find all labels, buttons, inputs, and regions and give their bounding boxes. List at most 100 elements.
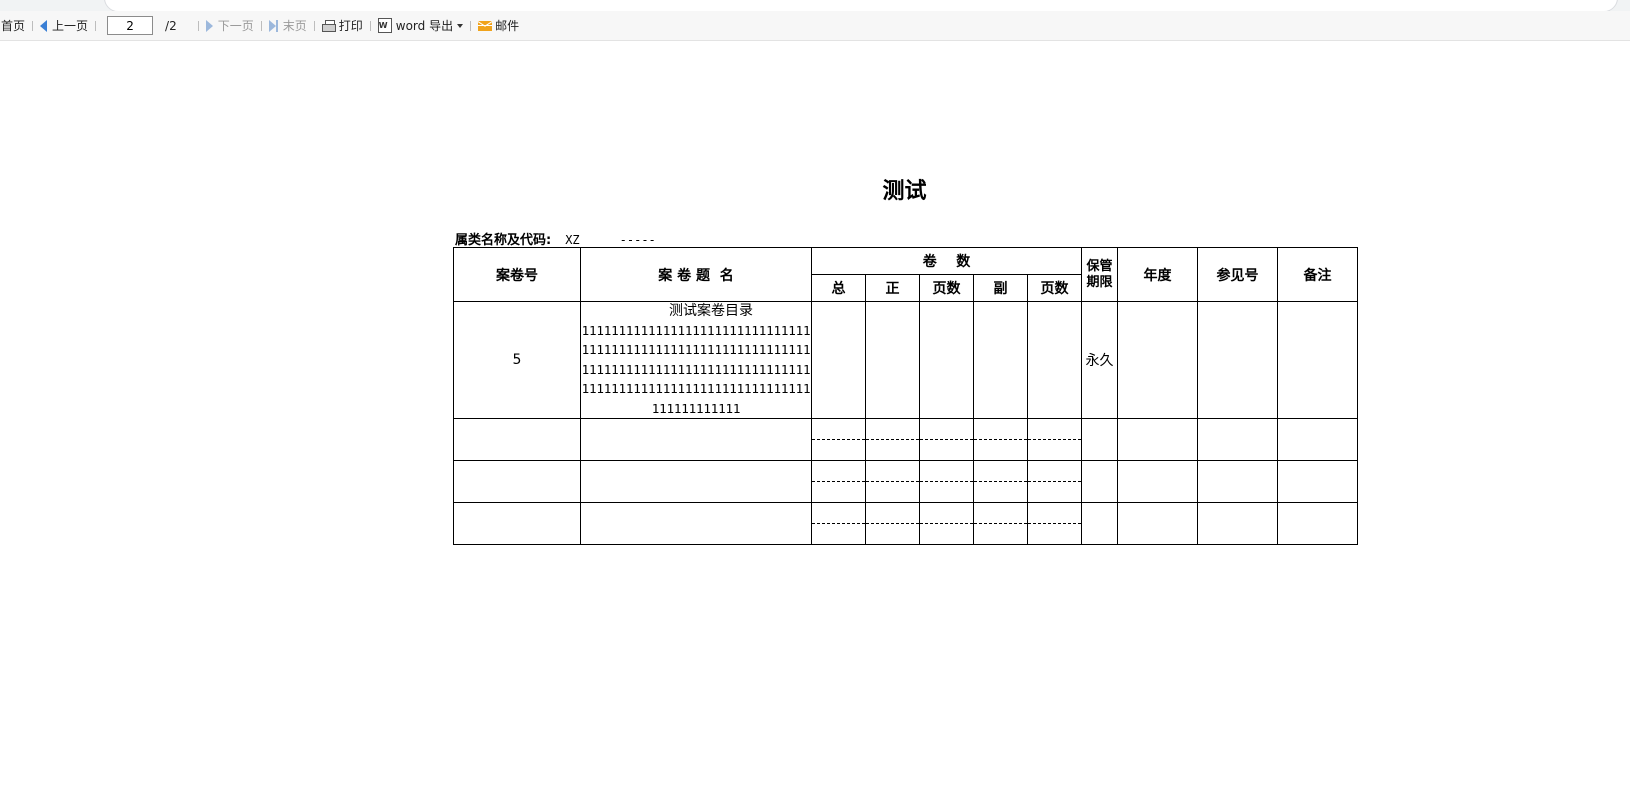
category-dash: ----- <box>619 233 656 247</box>
volume-cell <box>865 523 920 546</box>
category-value: XZ <box>565 233 580 247</box>
header-reference: 参见号 <box>1197 247 1278 302</box>
file-title-cell: 测试案卷目录 111111111111111111111111111111111… <box>580 300 812 420</box>
header-file-title: 案 卷 题 名 <box>580 247 812 302</box>
volume-cell <box>973 502 1028 524</box>
file-title-cell <box>580 460 812 504</box>
mail-button[interactable]: 邮件 <box>478 17 519 34</box>
word-export-label: word 导出 <box>395 19 454 33</box>
volume-cell <box>1027 502 1082 524</box>
file-no-cell: 5 <box>453 300 581 420</box>
volume-cell <box>811 418 866 440</box>
table-row <box>453 460 1358 504</box>
volume-cell <box>811 502 866 524</box>
separator <box>369 20 371 31</box>
first-page-button[interactable]: 首页 <box>1 17 25 34</box>
page-number-input[interactable] <box>107 16 154 35</box>
volume-cell <box>973 300 1028 420</box>
volume-cell <box>811 439 866 462</box>
year-cell <box>1117 460 1198 504</box>
last-page-label: 末页 <box>282 19 307 33</box>
header-retention: 保管 期限 <box>1081 247 1118 302</box>
catalog-table: 案卷号 案 卷 题 名 卷 数 保管 期限 年度 参见号 备注 总 正 页数 副… <box>453 247 1358 546</box>
volume-cell <box>811 300 866 420</box>
volume-cell <box>919 460 974 482</box>
volume-cell <box>973 460 1028 482</box>
header-copy-pages: 页数 <box>1027 274 1082 302</box>
volume-cell <box>865 418 920 440</box>
separator <box>32 20 34 31</box>
volume-cell <box>1027 481 1082 504</box>
header-total: 总 <box>811 274 866 302</box>
volume-cell <box>811 460 866 482</box>
chevron-down-icon <box>457 23 464 28</box>
header-retention-line1: 保管 <box>1086 258 1113 274</box>
last-page-icon <box>268 19 279 32</box>
volume-cell <box>973 481 1028 504</box>
volume-cell <box>973 439 1028 462</box>
header-retention-line2: 期限 <box>1086 274 1113 290</box>
file-no-cell <box>453 418 581 462</box>
header-copy: 副 <box>973 274 1028 302</box>
volume-cell <box>865 439 920 462</box>
header-main-pages: 页数 <box>919 274 974 302</box>
header-year: 年度 <box>1117 247 1198 302</box>
mail-icon <box>478 20 493 31</box>
category-label: 属类名称及代码: <box>455 233 552 248</box>
table-row <box>453 502 1358 546</box>
volume-cell <box>919 418 974 440</box>
volume-cell <box>865 460 920 482</box>
file-no-cell <box>453 502 581 546</box>
header-row-1: 案卷号 案 卷 题 名 卷 数 保管 期限 年度 参见号 备注 <box>453 247 1358 302</box>
remarks-cell <box>1277 418 1358 462</box>
remarks-cell <box>1277 502 1358 546</box>
category-line: 属类名称及代码: XZ ----- <box>455 229 656 248</box>
report-toolbar: 首页 上一页 /2 下一页 末页 打印 W word 导出 邮件 <box>0 11 1630 41</box>
last-page-button[interactable]: 末页 <box>268 17 307 34</box>
volume-cell <box>1027 300 1082 420</box>
prev-triangle-icon <box>40 19 48 32</box>
printer-icon <box>321 19 336 32</box>
volume-cell <box>973 523 1028 546</box>
year-cell <box>1117 418 1198 462</box>
header-remarks: 备注 <box>1277 247 1358 302</box>
separator <box>197 20 199 31</box>
browser-top-strip <box>0 0 1630 11</box>
volume-cell <box>865 502 920 524</box>
word-export-button[interactable]: W word 导出 <box>377 17 464 34</box>
word-icon: W <box>377 18 392 33</box>
reference-cell <box>1197 460 1278 504</box>
volume-cell <box>1027 418 1082 440</box>
print-label: 打印 <box>338 19 363 33</box>
mail-label: 邮件 <box>495 19 520 33</box>
volume-cell <box>919 481 974 504</box>
total-pages-text: /2 <box>165 18 177 33</box>
retention-cell: 永久 <box>1081 300 1118 420</box>
table-row: 5 测试案卷目录 1111111111111111111111111111111… <box>453 300 1358 420</box>
year-cell <box>1117 300 1198 420</box>
remarks-cell <box>1277 460 1358 504</box>
separator <box>313 20 315 31</box>
print-button[interactable]: 打印 <box>321 17 363 34</box>
header-file-no: 案卷号 <box>453 247 581 302</box>
retention-cell <box>1081 460 1118 504</box>
volume-cell <box>811 523 866 546</box>
table-row <box>453 418 1358 462</box>
header-volumes: 卷 数 <box>811 247 1082 275</box>
next-triangle-icon <box>205 19 213 32</box>
next-page-button[interactable]: 下一页 <box>205 17 254 34</box>
empty-rows <box>453 418 1358 546</box>
document-title: 测试 <box>882 178 927 204</box>
prev-page-label: 上一页 <box>52 19 89 33</box>
volume-cell <box>811 481 866 504</box>
address-bar[interactable] <box>104 0 1618 11</box>
file-no-cell <box>453 460 581 504</box>
separator <box>260 20 262 31</box>
file-title-cell <box>580 418 812 462</box>
first-page-label: 首页 <box>1 19 26 33</box>
file-title-sub: 1111111111111111111111111111111111111111… <box>581 323 811 416</box>
retention-cell <box>1081 502 1118 546</box>
file-title-main: 测试案卷目录 <box>669 303 753 319</box>
prev-page-button[interactable]: 上一页 <box>40 17 88 34</box>
volume-cell <box>865 481 920 504</box>
